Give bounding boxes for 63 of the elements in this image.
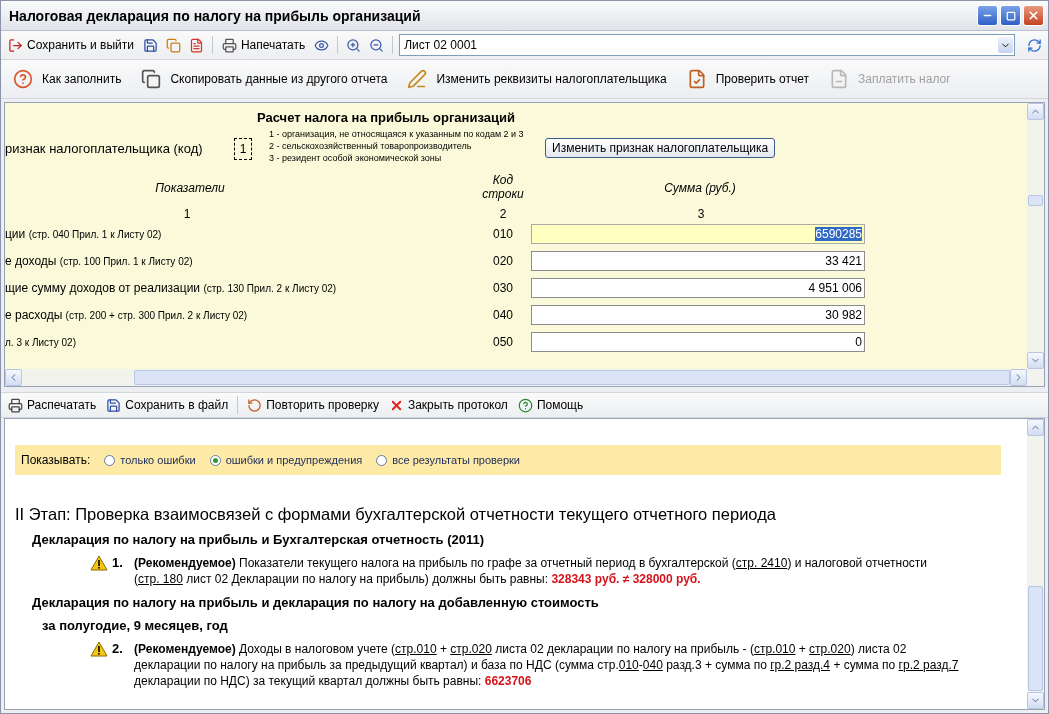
- code-option: 3 - резидент особой экономической зоны: [269, 153, 524, 163]
- stage-heading: II Этап: Проверка взаимосвязей с формами бухгалтерской отчетности текущего отчетного периода: [15, 505, 777, 524]
- row-code: 010: [492, 227, 514, 241]
- line-link[interactable]: гр.2 разд.4: [770, 658, 831, 672]
- line-link[interactable]: 040: [642, 658, 663, 672]
- protocol-button[interactable]: Помощь: [514, 395, 587, 415]
- column-header: Код строки: [481, 173, 525, 201]
- row-code: 020: [492, 254, 514, 268]
- window-title: Налоговая декларация по налогу на прибыль организаций: [9, 7, 421, 24]
- column-number: 3: [696, 207, 706, 221]
- code-field[interactable]: 1: [234, 138, 252, 160]
- protocol-button[interactable]: Распечатать: [5, 395, 100, 415]
- row-label: щие сумму доходов от реализации (стр. 130 Прил. 2 к Листу 02): [5, 281, 338, 295]
- row-label: л. 3 к Листу 02): [5, 336, 77, 349]
- action-button[interactable]: Как заполнить: [5, 67, 130, 91]
- action-button[interactable]: Проверить отчет: [678, 67, 817, 91]
- amount-field[interactable]: 30 982: [531, 305, 865, 325]
- line-link[interactable]: стр.020: [809, 642, 851, 656]
- filter-label: Показывать:: [21, 453, 91, 467]
- row-code: 040: [492, 308, 514, 322]
- line-link[interactable]: стр. 2410: [735, 556, 788, 570]
- column-header: Сумма (руб.): [663, 181, 737, 195]
- protocol-button[interactable]: Закрыть протокол: [385, 395, 511, 415]
- amount-field[interactable]: 33 421: [531, 251, 865, 271]
- column-number: 1: [182, 207, 192, 221]
- group-subheading: за полугодие, 9 месяцев, год: [42, 618, 229, 633]
- check-number: 2.: [112, 641, 124, 656]
- amount-field[interactable]: 0: [531, 332, 865, 352]
- group-heading: Декларация по налогу на прибыль и Бухгалтерская отчетность (2011): [32, 532, 486, 547]
- amount-field[interactable]: 4 951 006: [531, 278, 865, 298]
- check-message: (Рекомендуемое) Показатели текущего налога на прибыль по графе за отчетный период в бухгалтерской (стр. 2410) и налоговой отчетности (стр. 180 лист 02 Декларации по налогу на прибыль) должны быть равны: 328343 руб. ≠ 328000 руб.: [134, 555, 929, 587]
- field-label: ризнак налогоплательщика (код): [5, 141, 203, 156]
- radio-label[interactable]: ошибки и предупреждения: [225, 454, 363, 466]
- protocol-button[interactable]: Повторить проверку: [244, 395, 382, 415]
- change-sign-button[interactable]: Изменить признак налогоплательщика: [545, 138, 776, 158]
- line-link[interactable]: стр.010: [753, 642, 796, 656]
- print-button[interactable]: Напечатать: [218, 35, 309, 55]
- row-label: ции (стр. 040 Прил. 1 к Листу 02): [5, 227, 163, 241]
- row-code: 030: [492, 281, 514, 295]
- code-option: 2 - сельскохозяйственный товаропроизводитель: [269, 141, 524, 151]
- row-code: 050: [492, 335, 514, 349]
- check-number: 1.: [112, 555, 124, 570]
- protocol-button[interactable]: Сохранить в файл: [103, 395, 232, 415]
- action-button[interactable]: Скопировать данные из другого отчета: [133, 67, 396, 91]
- line-link[interactable]: стр. 180: [138, 572, 183, 586]
- line-link[interactable]: стр.010: [395, 642, 437, 656]
- column-header: Показатели: [154, 181, 226, 195]
- sheet-select[interactable]: Лист 02 0001: [399, 34, 1015, 56]
- group-heading: Декларация по налогу на прибыль и декларация по налогу на добавленную стоимость: [32, 595, 600, 610]
- save-exit-button[interactable]: Сохранить и выйти: [5, 35, 137, 55]
- action-button[interactable]: Изменить реквизиты налогоплательщика: [399, 67, 675, 91]
- radio-label[interactable]: все результаты проверки: [392, 454, 520, 466]
- form-title: Расчет налога на прибыль организаций: [257, 110, 515, 125]
- line-link[interactable]: 010: [618, 658, 639, 672]
- row-label: е расходы (стр. 200 + стр. 300 Прил. 2 к Листу 02): [5, 308, 249, 322]
- line-link[interactable]: гр.2 разд.7: [898, 658, 959, 672]
- check-message: (Рекомендуемое) Доходы в налоговом учете (стр.010 + стр.020 листа 02 декларации по налогу на прибыль - (стр.010 + стр.020) листа 02 декларации по налогу на прибыль за предыдущий квартал) и база по НДС (сумма стр.010-040 разд.3 + сумма по гр.2 разд.4 + сумма по гр.2 разд.7 декларации по НДС) за текущий квартал должны быть равны: 6623706: [134, 641, 960, 689]
- column-number: 2: [498, 207, 508, 221]
- radio-label[interactable]: только ошибки: [120, 454, 196, 466]
- line-link[interactable]: стр.020: [450, 642, 492, 656]
- row-label: е доходы (стр. 100 Прил. 1 к Листу 02): [5, 254, 194, 268]
- amount-field[interactable]: 6590285: [531, 224, 865, 244]
- code-option: 1 - организация, не относящаяся к указанным по кодам 2 и 3: [269, 129, 524, 139]
